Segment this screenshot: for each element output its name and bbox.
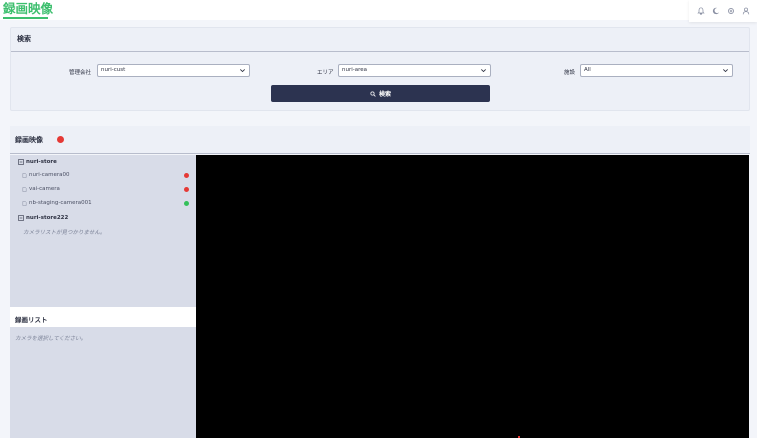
collapse-box-icon[interactable] bbox=[18, 159, 24, 165]
camera-item[interactable]: vai-camera bbox=[22, 186, 60, 192]
recording-title: 録画映像 bbox=[15, 136, 43, 144]
file-icon bbox=[22, 186, 27, 192]
store-node[interactable]: nuri-store222 bbox=[18, 215, 68, 221]
recording-header: 録画映像 bbox=[10, 126, 750, 154]
store-name: nuri-store bbox=[26, 159, 57, 165]
camera-name: vai-camera bbox=[29, 186, 60, 192]
record-list-header: 録画リスト bbox=[10, 307, 196, 327]
search-button[interactable]: 検索 bbox=[271, 85, 490, 102]
divider bbox=[11, 51, 749, 52]
chevron-down-icon bbox=[240, 69, 245, 73]
gear-icon[interactable] bbox=[726, 6, 736, 16]
search-icon bbox=[370, 90, 376, 97]
facility-label: 施設 bbox=[564, 70, 576, 76]
camera-item[interactable]: nuri-camera00 bbox=[22, 172, 70, 178]
page-title: 録画映像 bbox=[3, 1, 54, 16]
search-button-label: 検索 bbox=[378, 91, 391, 98]
record-list-title: 録画リスト bbox=[15, 316, 48, 324]
bell-icon[interactable] bbox=[696, 6, 706, 16]
collapse-box-icon[interactable] bbox=[18, 215, 24, 221]
file-icon bbox=[22, 172, 27, 178]
camera-status-dot bbox=[184, 173, 189, 178]
camera-item[interactable]: nb-staging-camera001 bbox=[22, 200, 92, 206]
search-panel: 検索 管理会社 nuri-cust エリア nuri-area 施設 All 検… bbox=[10, 27, 750, 111]
header-icon-group bbox=[689, 0, 757, 22]
empty-camera-message: カメラリストが見つかりません。 bbox=[23, 230, 106, 236]
camera-tree: nuri-store nuri-camera00 vai-camera nb-s… bbox=[10, 155, 196, 307]
area-select[interactable]: nuri-area bbox=[338, 64, 491, 77]
record-list-placeholder: カメラを選択してください。 bbox=[15, 336, 87, 342]
company-label: 管理会社 bbox=[69, 70, 92, 76]
area-label: エリア bbox=[317, 70, 334, 76]
recording-status-dot bbox=[57, 136, 64, 143]
top-bar: 録画映像 bbox=[0, 0, 757, 22]
chevron-down-icon bbox=[723, 69, 728, 73]
facility-select[interactable]: All bbox=[580, 64, 733, 77]
camera-name: nuri-camera00 bbox=[29, 172, 70, 178]
record-list-panel: 録画リスト カメラを選択してください。 bbox=[10, 307, 196, 438]
company-select-value: nuri-cust bbox=[101, 67, 126, 73]
video-player[interactable] bbox=[196, 155, 749, 438]
user-icon[interactable] bbox=[741, 6, 751, 16]
title-underline bbox=[3, 17, 48, 19]
search-panel-title: 検索 bbox=[17, 35, 31, 43]
store-node[interactable]: nuri-store bbox=[18, 159, 57, 165]
moon-icon[interactable] bbox=[711, 6, 721, 16]
camera-status-dot bbox=[184, 201, 189, 206]
company-select[interactable]: nuri-cust bbox=[97, 64, 250, 77]
chevron-down-icon bbox=[481, 69, 486, 73]
facility-select-value: All bbox=[584, 67, 591, 73]
camera-name: nb-staging-camera001 bbox=[29, 200, 92, 206]
file-icon bbox=[22, 200, 27, 206]
area-select-value: nuri-area bbox=[342, 67, 368, 73]
camera-status-dot bbox=[184, 187, 189, 192]
store-name: nuri-store222 bbox=[26, 215, 69, 221]
